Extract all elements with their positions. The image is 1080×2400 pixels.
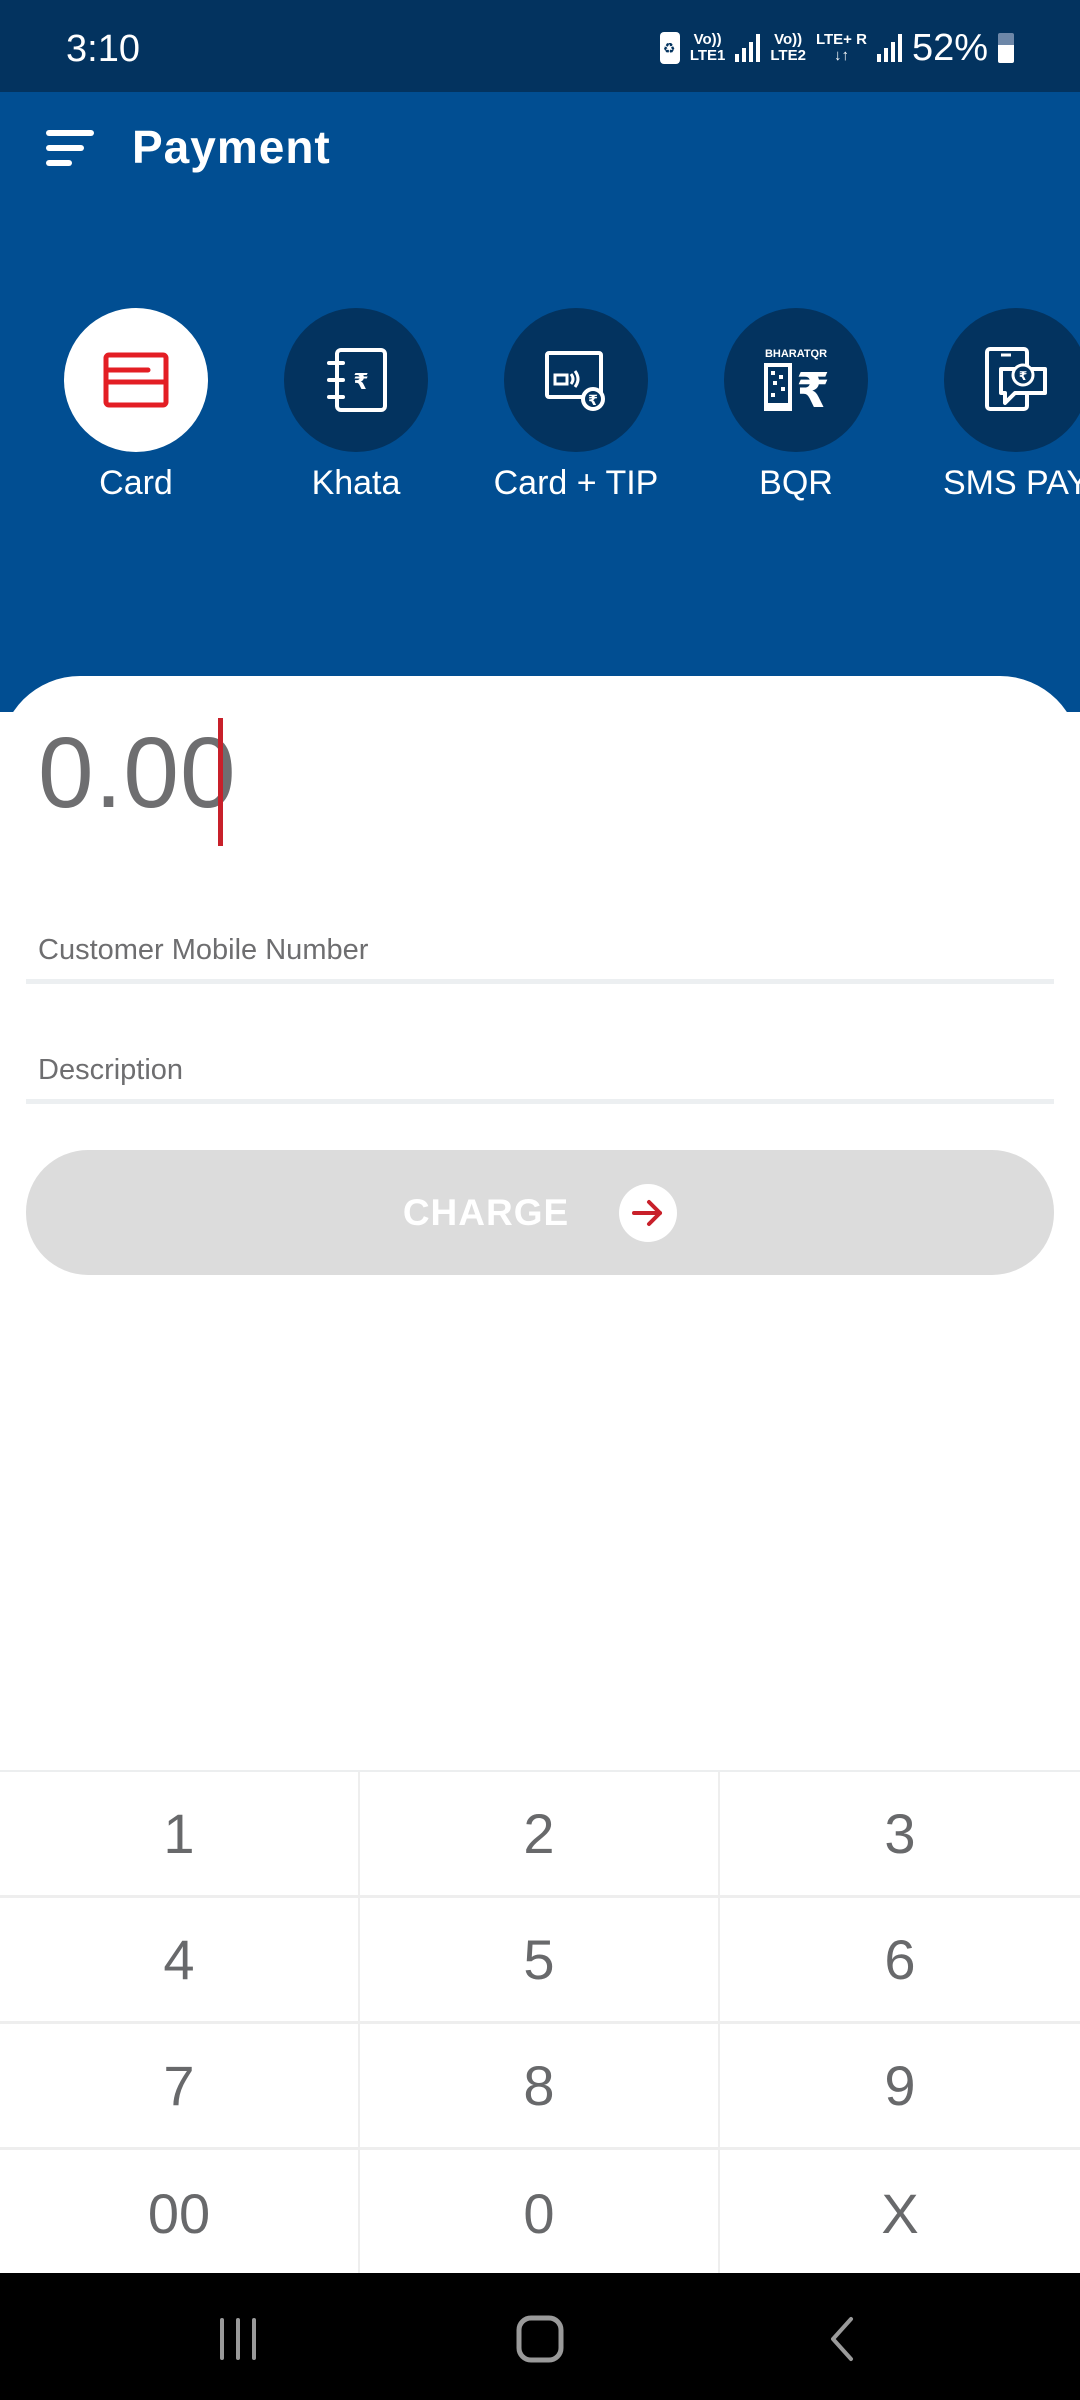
back-icon[interactable] xyxy=(802,2309,882,2369)
status-time: 3:10 xyxy=(66,28,140,70)
status-icons: Vo)) LTE1 Vo)) LTE2 LTE+ R ↓↑ 52% xyxy=(659,26,1014,70)
key-0[interactable]: 0 xyxy=(360,2150,720,2276)
sim2-network-label: LTE2 xyxy=(770,47,806,64)
customer-mobile-field xyxy=(26,924,1054,984)
sim1-indicator: Vo)) LTE1 xyxy=(690,32,726,64)
arrow-right-icon xyxy=(619,1183,678,1242)
app-header: Payment Card ₹ Khata ₹ Card + TIP BHARAT… xyxy=(0,92,1080,712)
payment-mode-card[interactable]: Card xyxy=(26,308,246,503)
mode-icon-circle: ₹ xyxy=(284,308,428,452)
key-1[interactable]: 1 xyxy=(0,1772,360,1898)
payment-mode-bqr[interactable]: BHARATQR ₹ BQR xyxy=(686,308,906,503)
mode-label: BQR xyxy=(759,464,833,502)
page-title: Payment xyxy=(132,121,331,173)
field-underline xyxy=(26,1099,1054,1104)
payment-mode-khata[interactable]: ₹ Khata xyxy=(246,308,466,503)
sms-pay-icon: ₹ xyxy=(985,347,1047,411)
payment-mode-card-tip[interactable]: ₹ Card + TIP xyxy=(466,308,686,503)
status-bar: 3:10 Vo)) LTE1 Vo)) LTE2 LTE+ R ↓↑ 52% xyxy=(0,0,1080,92)
key-6[interactable]: 6 xyxy=(720,1898,1080,2024)
customer-mobile-input[interactable] xyxy=(26,924,1054,976)
mode-icon-circle: BHARATQR ₹ xyxy=(724,308,868,452)
mode-label: Khata xyxy=(311,464,401,502)
key-4[interactable]: 4 xyxy=(0,1898,360,2024)
sim2-lte-plus-label: LTE+ xyxy=(815,31,852,48)
mode-icon-circle: ₹ xyxy=(504,308,648,452)
data-arrows-icon: ↓↑ xyxy=(833,47,849,64)
key-2[interactable]: 2 xyxy=(360,1772,720,1898)
bharat-qr-icon: BHARATQR ₹ xyxy=(764,348,830,415)
description-field xyxy=(26,1044,1054,1104)
ledger-rupee-icon: ₹ xyxy=(327,348,387,412)
sim2-indicator: Vo)) LTE2 xyxy=(770,32,806,64)
sim1-network-label: LTE1 xyxy=(689,47,726,64)
battery-icon xyxy=(998,33,1014,63)
svg-text:₹: ₹ xyxy=(796,363,829,415)
sim2-signal-icon xyxy=(876,34,902,62)
card-tap-rupee-icon: ₹ xyxy=(545,351,605,411)
key-7[interactable]: 7 xyxy=(0,2024,360,2150)
battery-percent: 52% xyxy=(911,26,988,69)
payment-mode-selector: Card ₹ Khata ₹ Card + TIP BHARATQR ₹ BQR… xyxy=(0,308,1080,508)
key-3[interactable]: 3 xyxy=(720,1772,1080,1898)
numeric-keypad: 1 2 3 4 5 6 7 8 9 00 0 X xyxy=(0,1770,1080,2276)
mode-label: Card xyxy=(99,464,173,502)
payment-mode-sms-pay[interactable]: ₹ SMS PAY xyxy=(906,308,1080,503)
mode-label: Card + TIP xyxy=(493,464,659,502)
charge-button[interactable]: CHARGE xyxy=(26,1150,1054,1275)
sim2-data-indicator: LTE+ R ↓↑ xyxy=(816,32,867,64)
svg-text:₹: ₹ xyxy=(1019,369,1027,383)
sim2-volte-label: Vo)) xyxy=(774,31,803,48)
hamburger-menu-icon[interactable] xyxy=(46,128,96,168)
key-00[interactable]: 00 xyxy=(0,2150,360,2276)
key-clear[interactable]: X xyxy=(720,2150,1080,2276)
field-underline xyxy=(26,979,1054,984)
description-input[interactable] xyxy=(26,1044,1054,1096)
key-8[interactable]: 8 xyxy=(360,2024,720,2150)
mode-icon-circle: ₹ xyxy=(944,308,1080,452)
battery-saver-icon xyxy=(659,32,680,64)
svg-text:₹: ₹ xyxy=(588,393,598,409)
bharatqr-text: BHARATQR xyxy=(765,348,827,360)
charge-label: CHARGE xyxy=(402,1191,570,1233)
key-5[interactable]: 5 xyxy=(360,1898,720,2024)
text-cursor xyxy=(218,718,223,846)
mode-icon-circle xyxy=(64,308,208,452)
roaming-label: R xyxy=(856,31,867,48)
mode-label: SMS PAY xyxy=(942,464,1080,502)
amount-display[interactable]: 0.00 xyxy=(38,716,237,831)
sim1-volte-label: Vo)) xyxy=(693,31,722,48)
home-icon[interactable] xyxy=(500,2309,580,2369)
svg-text:₹: ₹ xyxy=(353,370,368,395)
recents-icon[interactable] xyxy=(198,2309,278,2369)
system-nav-bar xyxy=(0,2273,1080,2400)
sim1-signal-icon xyxy=(735,34,761,62)
key-9[interactable]: 9 xyxy=(720,2024,1080,2150)
credit-card-icon xyxy=(103,352,169,408)
